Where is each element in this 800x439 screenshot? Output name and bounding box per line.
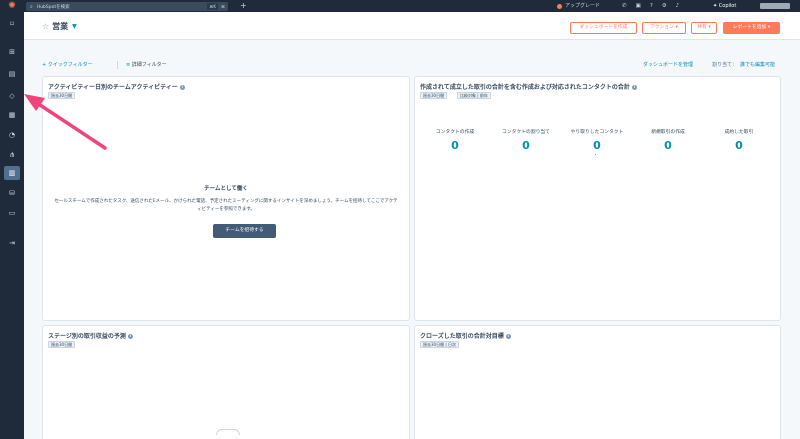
reports-icon[interactable]: ▥ [4,166,20,180]
quick-create-button[interactable]: + [240,0,247,12]
create-dashboard-button[interactable]: ダッシュボードを作成 [570,22,637,34]
metric-label: コンタクトの作成 [435,130,475,135]
hubspot-logo-icon[interactable]: ✺ [0,1,24,11]
metric-value: 0 [664,139,672,152]
metric-value: 0 [735,139,743,152]
assigned-label: 割り当て： [712,62,738,68]
metric-label: 成約した取引 [724,130,754,135]
contacts-icon[interactable]: ▤ [4,67,20,81]
copilot-label: Copilot [718,3,737,9]
metric-deals-won[interactable]: 成約した取引 0 [699,128,779,152]
card-title: アクティビティー日別のチームアクティビティー i [48,82,185,91]
metric-value: 0 [451,139,459,152]
megaphone-icon[interactable]: ◇ [4,89,20,103]
card-title-text: アクティビティー日別のチームアクティビティー [48,84,178,91]
empty-state-description: セールスチームで作成されたタスク、送信されたEメール、かけられた電話、予定された… [54,199,398,212]
favorite-star-icon[interactable]: ☆ [42,22,49,31]
automation-icon[interactable]: ⋔ [4,148,20,162]
filter-divider [117,61,118,69]
comparison-tag[interactable]: 比較対象 | 前年 [457,92,491,99]
main-content: ☆ 営業 ▼ ダッシュボードを作成 アクション ▾ 共有 ▾ レポートを追加 ▾… [24,12,800,439]
date-range-tag[interactable]: 過去30日間 [48,341,76,348]
metric-label: やり取りしたコンタクト [570,130,624,135]
data-icon[interactable]: ⛁ [4,186,20,200]
search-shortcut-extra: ⌘ [221,4,225,9]
team-activity-card: アクティビティー日別のチームアクティビティー i 過去30日間 チームとして働く … [42,76,410,321]
card-title-text: ステージ別の取引収益の予測 [48,333,126,340]
page-header: ☆ 営業 ▼ ダッシュボードを作成 アクション ▾ 共有 ▾ レポートを追加 ▾ [24,12,800,40]
add-report-button[interactable]: レポートを追加 ▾ [723,22,780,34]
info-icon[interactable]: i [127,334,133,339]
metric-value: 0 [593,139,601,152]
loading-placeholder-icon [216,429,240,435]
phone-icon[interactable]: ✆ [622,3,627,9]
metric-label: コンタクトの割り当て [502,130,550,135]
notifications-bell-icon[interactable]: ♪ [676,3,680,9]
info-icon[interactable]: i [179,85,185,90]
empty-state-title: チームとして働く [204,186,248,192]
divider-dot [595,154,596,155]
deal-contacts-card: 作成されて成立した取引の合計を含む作成および対応されたコンタクトの合計 i 過去3… [414,76,781,321]
upgrade-button[interactable]: アップグレード [557,0,600,12]
grid-icon[interactable]: ⊞ [4,45,20,59]
metric-label: 新規取引の作成 [651,130,685,135]
card-title: クローズした取引の合計対目標 i [420,331,511,340]
left-sidebar: ⌑ ⊞ ▤ ◇ ▦ ◔ ⋔ ▥ ⛁ ▭ ⇥ [0,12,24,439]
card-title-text: クローズした取引の合計対目標 [420,333,504,340]
metric-contacts-engaged[interactable]: やり取りしたコンタクト 0 [557,128,637,152]
account-menu[interactable] [760,3,790,9]
library-icon[interactable]: ▭ [4,206,20,220]
settings-gear-icon[interactable]: ⚙ [662,3,667,9]
card-title: ステージ別の取引収益の予測 i [48,331,133,340]
upgrade-icon [557,3,562,9]
search-placeholder: HubSpotを検索 [36,4,70,10]
card-title: 作成されて成立した取引の合計を含む作成および対応されたコンタクトの合計 i [420,82,637,91]
info-icon[interactable]: i [505,334,511,339]
bookmark-icon[interactable]: ⌑ [4,17,20,31]
stage-forecast-card: ステージ別の取引収益の予測 i 過去30日間 [42,325,410,439]
card-title-text: 作成されて成立した取引の合計を含む作成および対応されたコンタクトの合計 [420,84,630,91]
closed-vs-goal-card: クローズした取引の合計対目標 i 過去30日間 | 日次 [414,325,781,439]
advanced-filter-label: 詳細フィルター [131,62,167,68]
metric-contacts-assigned[interactable]: コンタクトの割り当て 0 [486,128,566,152]
search-shortcut: ⌘K [207,3,218,10]
share-button[interactable]: 共有 ▾ [691,22,717,34]
assigned-value-link[interactable]: 誰でも編集可能 [740,60,775,70]
upgrade-label: アップグレード [565,3,601,9]
copilot-button[interactable]: ✦ Copilot [713,0,736,12]
chevron-down-icon: ▼ [72,23,77,30]
dashboard-title-text: 営業 [52,22,69,31]
top-utility-icons: ✆ ▣ ? ⚙ ♪ [622,0,679,12]
collapse-sidebar-icon[interactable]: ⇥ [4,236,20,250]
metric-deals-created[interactable]: 新規取引の作成 0 [628,128,708,152]
search-icon: ⌕ [30,3,33,10]
help-icon[interactable]: ? [650,3,653,9]
metric-contacts-created[interactable]: コンタクトの作成 0 [415,128,495,152]
marketplace-icon[interactable]: ▣ [636,3,641,9]
top-navigation-bar: ✺ ⌕ HubSpotを検索 ⌘K ⌘ + アップグレード ✆ ▣ ? ⚙ ♪ … [0,0,800,12]
quick-filter-button[interactable]: + クイックフィルター [42,60,93,70]
commerce-icon[interactable]: ◔ [4,128,20,142]
date-range-tag[interactable]: 過去30日間 [48,92,76,99]
manage-dashboard-link[interactable]: ダッシュボードを管理 [643,60,693,70]
invite-team-button[interactable]: チームを招待する [213,224,276,238]
advanced-filter-button[interactable]: ≡ 詳細フィルター [126,60,167,70]
date-range-tag[interactable]: 過去30日間 | 日次 [420,341,459,348]
info-icon[interactable]: i [631,85,637,90]
global-search-input[interactable]: ⌕ HubSpotを検索 ⌘K ⌘ [26,2,228,11]
metric-value: 0 [522,139,530,152]
actions-button[interactable]: アクション ▾ [642,22,686,34]
filter-bar: + クイックフィルター ≡ 詳細フィルター ダッシュボードを管理 割り当て： 誰… [24,60,800,70]
date-range-tag[interactable]: 過去30日間 [420,92,448,99]
content-icon[interactable]: ▦ [4,108,20,122]
dashboard-title[interactable]: ☆ 営業 ▼ [42,21,77,32]
